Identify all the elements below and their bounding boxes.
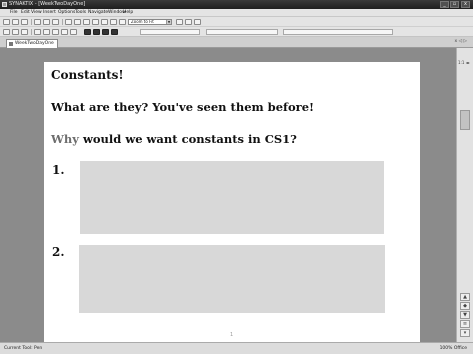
status-text: Current Tool: Pen [4, 346, 43, 351]
page-list-icon[interactable]: ≡ [460, 320, 470, 328]
menu-navigate[interactable]: Navigate [88, 10, 108, 16]
why-word: Why [51, 132, 79, 146]
menu-options[interactable]: Options [58, 10, 75, 16]
page-heading: Constants! [51, 68, 124, 82]
shape-icon[interactable] [43, 29, 50, 35]
search-icon[interactable] [194, 19, 201, 25]
item-number-1: 1. [52, 163, 65, 177]
title-bar: SYNAKTIX - [WeekTwoDayOne] _ ▫ x [0, 0, 473, 9]
minimize-button[interactable]: _ [440, 1, 449, 8]
maximize-button[interactable]: ▫ [450, 1, 459, 8]
alignment-toolbar[interactable] [283, 29, 393, 35]
font-select[interactable] [206, 29, 278, 35]
menu-insert[interactable]: Insert [43, 10, 56, 16]
tab-weektwodayone[interactable]: WeekTwoDayOne [6, 39, 58, 48]
page-nav-icon[interactable]: ◆ [460, 302, 470, 310]
status-zoom: 100% Office [439, 346, 467, 351]
page-icon[interactable] [119, 19, 126, 25]
document-icon [9, 42, 13, 46]
color-dark-icon[interactable] [93, 29, 100, 35]
save-icon[interactable] [21, 19, 28, 25]
redo-icon[interactable] [43, 19, 50, 25]
menu-file[interactable]: File [10, 10, 18, 16]
new-icon[interactable] [3, 19, 10, 25]
zoom-value: Zoom to Fit [131, 19, 154, 24]
select-icon[interactable] [101, 19, 108, 25]
color-black-icon[interactable] [84, 29, 91, 35]
tab-controls[interactable]: x ◁ ▷ [455, 39, 467, 44]
chevron-down-icon[interactable]: ▼ [166, 20, 171, 24]
scrollbar-thumb[interactable] [460, 110, 470, 130]
open-icon[interactable] [12, 19, 19, 25]
app-icon [2, 2, 7, 7]
page-number: 1 [230, 332, 234, 338]
answer-box-1 [80, 161, 384, 234]
menu-bar: File Edit View Insert Options Tools Navi… [0, 9, 473, 17]
menu-tools[interactable]: Tools [75, 10, 86, 16]
page-menu-icon[interactable]: ▾ [460, 329, 470, 337]
menu-view[interactable]: View [31, 10, 42, 16]
scroll-down-icon[interactable]: ▼ [460, 311, 470, 319]
document-tab-bar: WeekTwoDayOne x ◁ ▷ [0, 37, 473, 48]
insert-space-icon[interactable] [110, 19, 117, 25]
tab-label: WeekTwoDayOne [15, 41, 54, 46]
zoom-select[interactable]: Zoom to Fit ▼ [128, 19, 172, 25]
eraser-icon[interactable] [12, 29, 19, 35]
answer-box-2 [79, 245, 385, 313]
formatting-toolbar[interactable] [140, 29, 200, 35]
pen-icon[interactable] [3, 29, 10, 35]
text-tool-icon[interactable] [52, 29, 59, 35]
question-why: Why would we want constants in CS1? [51, 132, 297, 146]
color-swatch-icon[interactable] [111, 29, 118, 35]
toolbar-main: Zoom to Fit ▼ [0, 17, 473, 27]
toolbar-separator [31, 19, 32, 25]
undo-icon[interactable] [34, 19, 41, 25]
page-settings-icon[interactable] [176, 19, 183, 25]
delete-icon[interactable] [83, 19, 90, 25]
lasso-icon[interactable] [34, 29, 41, 35]
menu-edit[interactable]: Edit [21, 10, 30, 16]
toolbar-separator [62, 19, 63, 25]
cut-icon[interactable] [65, 19, 72, 25]
print-icon[interactable] [52, 19, 59, 25]
close-button[interactable]: x [461, 1, 470, 8]
pen-width-icon[interactable] [61, 29, 68, 35]
vertical-scrollbar[interactable]: 1:1 ◂▸ ▲ ◆ ▼ ≡ ▾ [456, 48, 473, 342]
scroll-up-icon[interactable]: ▲ [460, 293, 470, 301]
highlighter-icon[interactable] [21, 29, 28, 35]
page-zoom-control[interactable]: 1:1 ◂▸ [458, 60, 470, 65]
toolbar-separator [31, 29, 32, 35]
document-page[interactable]: Constants! What are they? You've seen th… [44, 62, 420, 342]
paste-icon[interactable] [92, 19, 99, 25]
toolbar-pen [0, 27, 473, 37]
status-bar: Current Tool: Pen 100% Office [0, 342, 473, 354]
pen-style-icon[interactable] [70, 29, 77, 35]
window-title: SYNAKTIX - [WeekTwoDayOne] [9, 1, 86, 7]
color-fill-icon[interactable] [102, 29, 109, 35]
item-number-2: 2. [52, 245, 65, 259]
question-what: What are they? You've seen them before! [51, 100, 315, 114]
question-why-rest: would we want constants in CS1? [78, 132, 297, 146]
menu-help[interactable]: Help [123, 10, 133, 16]
copy-icon[interactable] [74, 19, 81, 25]
dollar-icon[interactable] [185, 19, 192, 25]
